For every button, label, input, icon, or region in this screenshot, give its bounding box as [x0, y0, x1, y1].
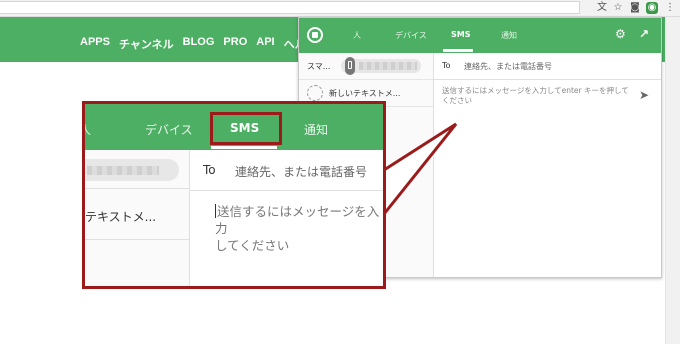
divider	[85, 239, 189, 240]
text-caret	[215, 204, 216, 218]
zoom-compose-line2: してください	[215, 238, 290, 253]
sms-tab-highlight-box	[210, 112, 282, 145]
zoom-to-label: To	[203, 163, 216, 177]
zoom-compose-line1: 送信するにはメッセージを入力	[215, 204, 380, 236]
zoom-device-pill	[85, 159, 179, 181]
zoom-callout: 人 デバイス SMS 通知 テキストメ... To 連絡先、または電話番号 送信…	[82, 101, 386, 289]
zoom-tab-people: 人	[85, 121, 91, 138]
zoom-to-placeholder: 連絡先、または電話番号	[235, 165, 368, 179]
zoom-header: 人 デバイス SMS 通知	[85, 104, 383, 150]
zoom-new-message-label: テキストメ...	[85, 210, 157, 224]
zoom-message-input: 送信するにはメッセージを入力 してください	[215, 203, 383, 254]
zoom-redacted-name	[87, 166, 159, 175]
zoom-tab-devices: デバイス	[145, 123, 193, 137]
zoom-active-indicator	[211, 146, 277, 149]
zoom-thread-list: テキストメ...	[85, 150, 190, 286]
divider	[85, 188, 189, 189]
zoom-tab-notifications: 通知	[304, 123, 329, 137]
zoom-to-field: To 連絡先、または電話番号	[189, 150, 383, 191]
